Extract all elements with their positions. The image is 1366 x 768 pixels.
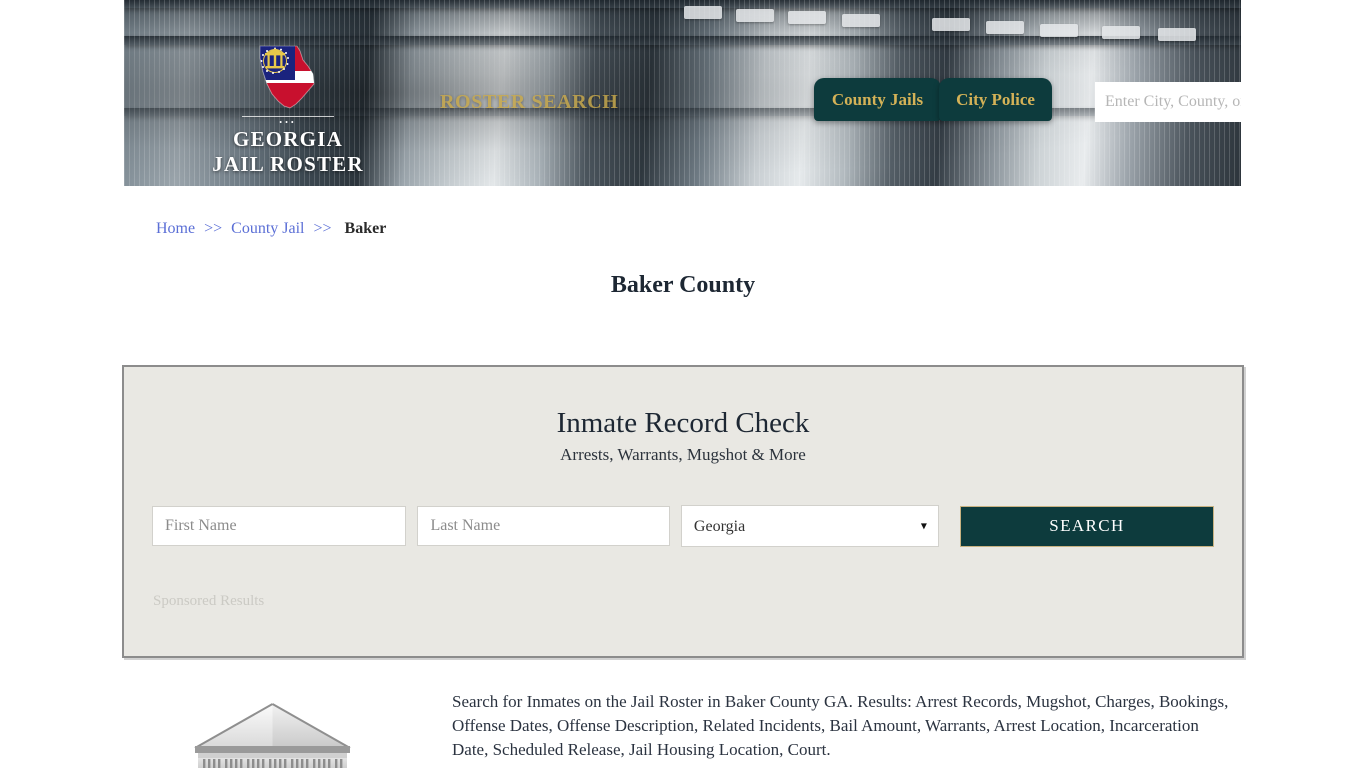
nav-city-police-button[interactable]: City Police <box>939 78 1052 121</box>
panel-subtitle: Arrests, Warrants, Mugshot & More <box>560 445 806 464</box>
state-select-wrapper: Georgia ▾ <box>680 505 939 547</box>
last-name-input[interactable] <box>417 506 670 546</box>
inmate-record-check-panel: Inmate Record Check Arrests, Warrants, M… <box>122 365 1244 658</box>
header-search <box>1095 82 1241 122</box>
bottom-section: Search for Inmates on the Jail Roster in… <box>122 690 1244 768</box>
breadcrumb-separator: >> <box>204 220 223 237</box>
courthouse-illustration <box>122 690 452 768</box>
nav-county-jails-button[interactable]: County Jails <box>814 78 941 121</box>
breadcrumb-link-home[interactable]: Home <box>156 220 195 237</box>
inmate-search-form: Georgia ▾ SEARCH <box>152 505 1214 547</box>
logo-text-georgia: GEORGIA <box>233 127 343 151</box>
breadcrumb: Home >> County Jail >> Baker <box>156 220 386 238</box>
georgia-state-flag-icon <box>256 44 320 110</box>
breadcrumb-separator: >> <box>313 220 332 237</box>
page-description: Search for Inmates on the Jail Roster in… <box>452 692 1229 759</box>
page-root: ••• GEORGIA JAIL ROSTER ROSTER SEARCH Co… <box>0 0 1366 768</box>
logo-text-jail-roster: JAIL ROSTER <box>212 152 364 176</box>
sponsored-results-label: Sponsored Results <box>153 593 265 609</box>
page-title: Baker County <box>610 272 756 298</box>
site-logo[interactable]: ••• GEORGIA JAIL ROSTER <box>188 44 388 177</box>
logo-divider <box>242 116 334 117</box>
panel-title: Inmate Record Check <box>556 407 810 439</box>
breadcrumb-link-county-jail[interactable]: County Jail <box>231 220 304 237</box>
inmate-search-button[interactable]: SEARCH <box>959 505 1214 547</box>
header-tagline: ROSTER SEARCH <box>440 91 619 113</box>
logo-dots-decor: ••• <box>279 118 297 127</box>
first-name-input[interactable] <box>152 506 407 546</box>
breadcrumb-current: Baker <box>344 220 387 237</box>
site-header: ••• GEORGIA JAIL ROSTER ROSTER SEARCH Co… <box>124 0 1241 186</box>
header-search-input[interactable] <box>1095 82 1241 122</box>
state-select[interactable]: Georgia <box>680 505 939 547</box>
